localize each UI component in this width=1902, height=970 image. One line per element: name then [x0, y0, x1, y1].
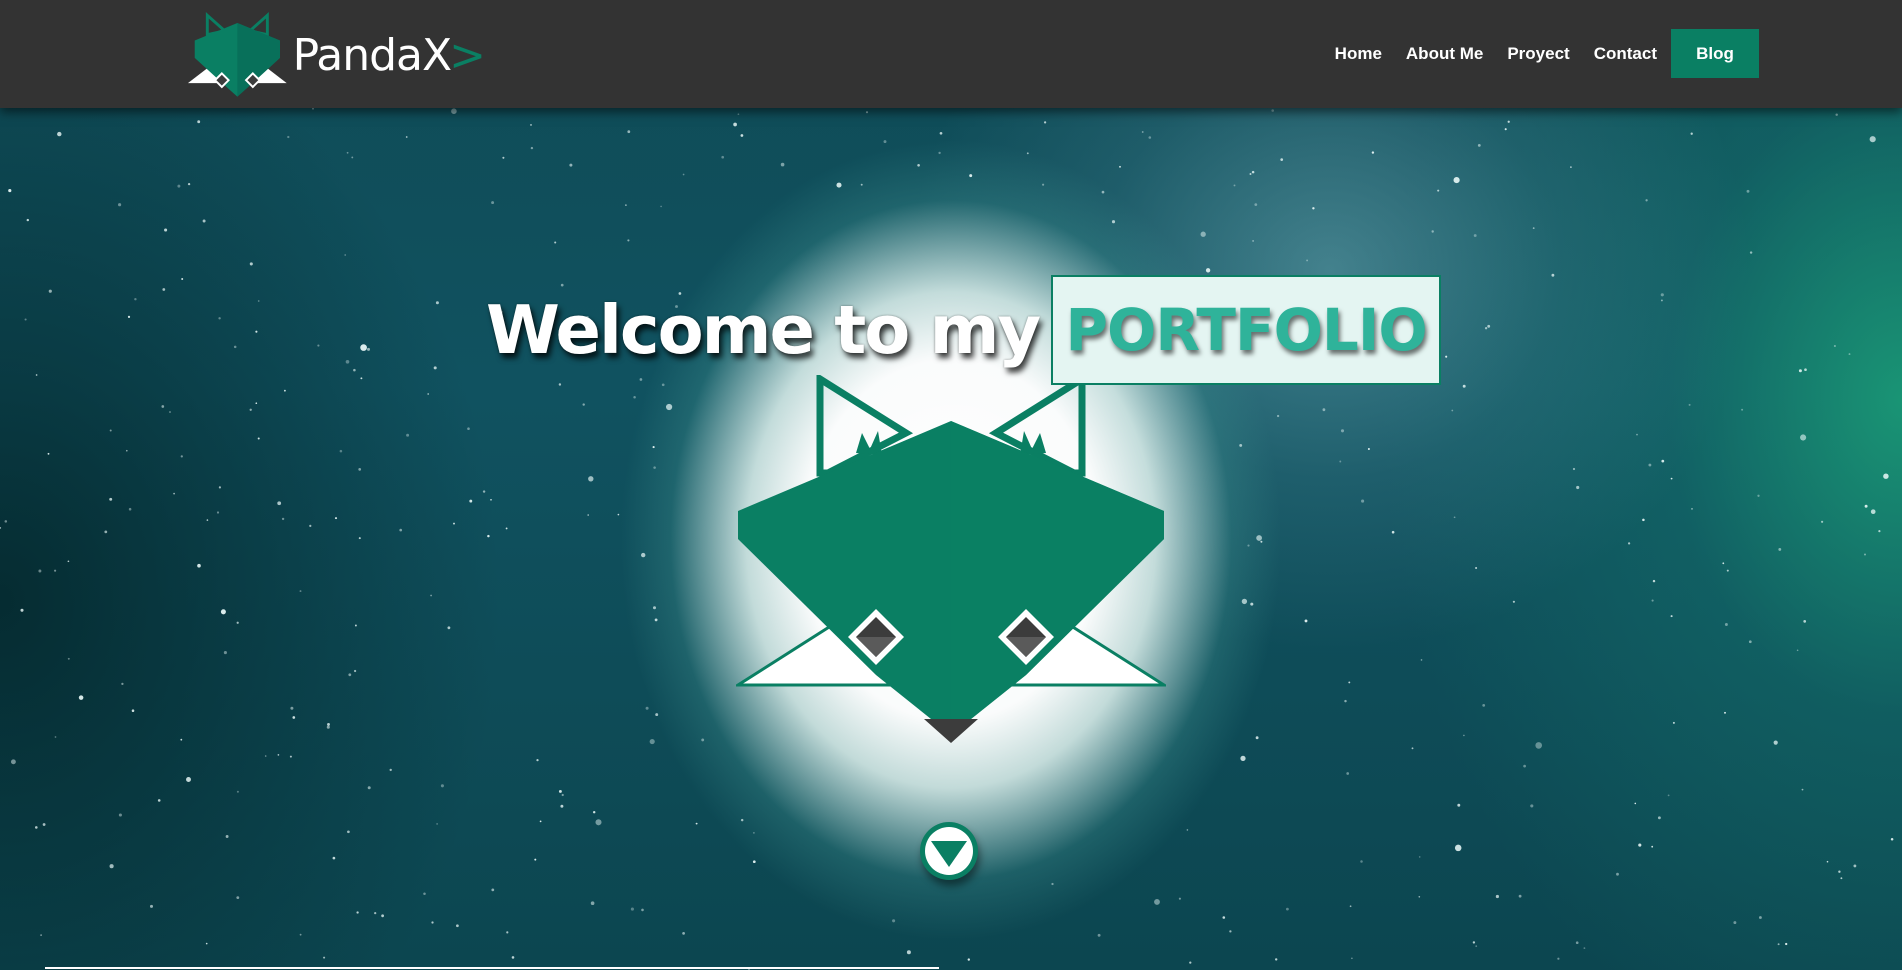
fox-head-icon	[736, 375, 1166, 743]
scroll-button-inner	[925, 827, 973, 875]
headline-welcome-text: Welcome to my	[486, 291, 1041, 369]
page: PandaX > Home About Me Proyect Contact B…	[0, 0, 1902, 970]
nav-link-contact[interactable]: Contact	[1594, 44, 1657, 64]
page-scroll-indicator	[0, 966, 1902, 970]
brand-name: PandaX	[292, 30, 452, 81]
page-scroll-indicator-bar	[45, 967, 939, 969]
brand-logo-link[interactable]: PandaX >	[186, 12, 486, 98]
nav-link-proyect[interactable]: Proyect	[1507, 44, 1569, 64]
main-navigation: Home About Me Proyect Contact Blog	[1335, 29, 1759, 78]
fox-head-icon	[187, 12, 287, 97]
chevron-down-icon	[931, 841, 967, 867]
nav-link-blog-button[interactable]: Blog	[1671, 29, 1759, 78]
headline-portfolio-text: PORTFOLIO	[1065, 296, 1428, 364]
hero-headline: Welcome to my PORTFOLIO	[486, 274, 1442, 386]
scroll-down-button[interactable]	[920, 822, 978, 880]
brand-arrow: >	[449, 30, 486, 81]
nav-link-home[interactable]: Home	[1335, 44, 1382, 64]
nav-link-about-me[interactable]: About Me	[1406, 44, 1483, 64]
portfolio-highlight-box: PORTFOLIO	[1051, 275, 1442, 385]
navbar: PandaX > Home About Me Proyect Contact B…	[0, 0, 1902, 108]
